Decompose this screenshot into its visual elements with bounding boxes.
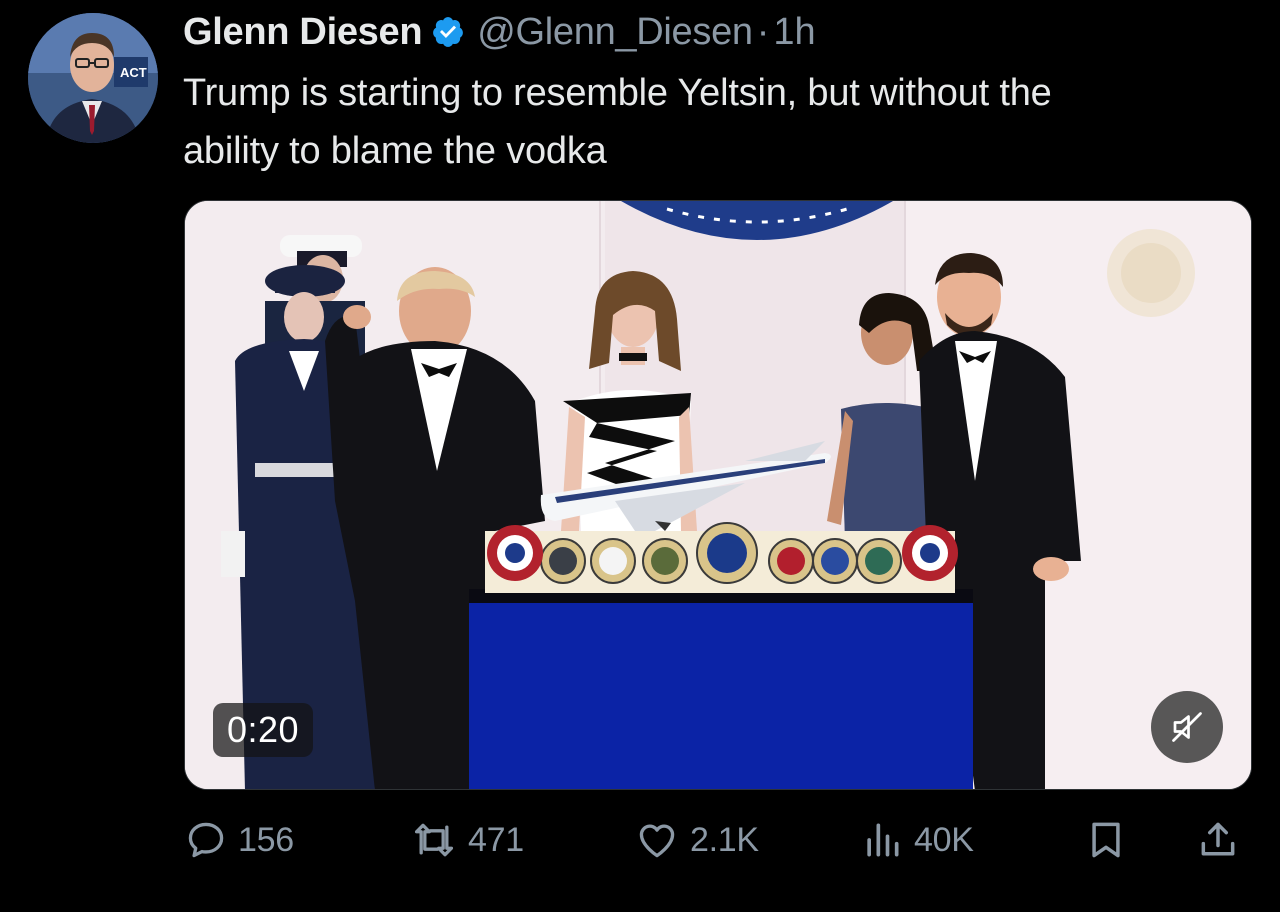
bookmark-icon — [1092, 822, 1120, 858]
like-count: 2.1K — [690, 820, 759, 859]
views-button[interactable]: 40K — [860, 810, 974, 870]
repost-count: 471 — [468, 820, 524, 859]
avatar[interactable]: ACT — [28, 13, 158, 143]
video-player[interactable]: 0:20 — [184, 200, 1252, 790]
tweet-timestamp[interactable]: 1h — [773, 11, 815, 54]
header-separator: · — [756, 10, 770, 53]
reply-icon — [188, 822, 224, 858]
tweet-text: Trump is starting to resemble Yeltsin, b… — [183, 64, 1263, 180]
avatar-badge-text: ACT — [120, 65, 147, 80]
tweet-header: Glenn Diesen @Glenn_Diesen · 1h — [183, 8, 816, 56]
tweet-actions: 156 471 2.1K 40K — [184, 810, 1254, 870]
share-button[interactable] — [1196, 810, 1240, 870]
views-count: 40K — [914, 820, 974, 859]
views-icon — [867, 823, 899, 857]
verified-badge-icon — [431, 15, 465, 49]
muted-speaker-icon — [1172, 712, 1202, 742]
like-button[interactable]: 2.1K — [634, 810, 759, 870]
author-handle[interactable]: @Glenn_Diesen — [477, 11, 753, 54]
bookmark-button[interactable] — [1084, 810, 1128, 870]
heart-icon — [639, 824, 675, 858]
tweet-text-line: ability to blame the vodka — [183, 130, 607, 172]
video-duration: 0:20 — [213, 703, 314, 757]
repost-icon — [414, 823, 454, 857]
author-name[interactable]: Glenn Diesen — [183, 11, 423, 54]
repost-button[interactable]: 471 — [410, 810, 524, 870]
tweet-text-line: Trump is starting to resemble Yeltsin, b… — [183, 72, 1052, 114]
video-frame — [185, 201, 1251, 789]
mute-button[interactable] — [1151, 691, 1223, 763]
reply-count: 156 — [238, 820, 294, 859]
tweet[interactable]: ACT Glenn Diesen @Glenn_Diesen · 1h Trum… — [0, 0, 1280, 912]
reply-button[interactable]: 156 — [184, 810, 294, 870]
share-icon — [1201, 822, 1235, 856]
